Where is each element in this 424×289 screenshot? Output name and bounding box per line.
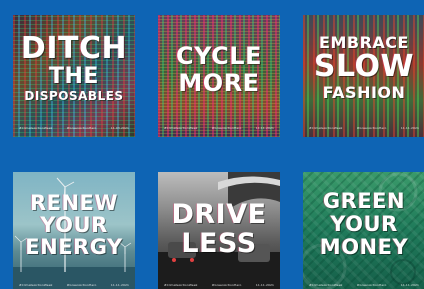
hashtag-green-action-hero: #GreenActionHero [66, 126, 97, 130]
slogan-line: MORE [178, 68, 260, 97]
slogan: DITCH THE DISPOSABLES [13, 31, 135, 104]
tile-footer: #ClimateActionWeek #GreenActionHero 11.1… [19, 283, 129, 287]
slogan-line: MONEY [319, 234, 409, 259]
tile-date: 11.11.2021 [110, 283, 129, 287]
tile-ditch-the-disposables[interactable]: DITCH THE DISPOSABLES #ClimateActionWeek… [13, 15, 135, 137]
tile-cycle-more[interactable]: CYCLE MORE #ClimateActionWeek #GreenActi… [158, 15, 280, 137]
slogan: GREEN YOUR MONEY [303, 189, 424, 259]
hashtag-climate-action-week: #ClimateActionWeek [164, 283, 198, 287]
tile-date: 11.11.2021 [400, 126, 419, 130]
tile-footer: #ClimateActionWeek #GreenActionHero 11.1… [164, 283, 274, 287]
tile-green-your-money[interactable]: GREEN YOUR MONEY #ClimateActionWeek #Gre… [303, 172, 424, 289]
tile-footer: #ClimateActionWeek #GreenActionHero 11.1… [309, 283, 419, 287]
tile-footer: #ClimateActionWeek #GreenActionHero 11.1… [309, 126, 419, 130]
tile-drive-less[interactable]: DRIVE LESS #ClimateActionWeek #GreenActi… [158, 172, 280, 289]
hashtag-climate-action-week: #ClimateActionWeek [309, 126, 343, 130]
slogan-line: CYCLE [176, 42, 262, 70]
tile-date: 11.11.2021 [255, 126, 274, 130]
slogan-line: LESS [181, 227, 257, 259]
slogan: EMBRACE SLOW FASHION [303, 33, 424, 102]
hashtag-climate-action-week: #ClimateActionWeek [19, 283, 53, 287]
hashtag-green-action-hero: #GreenActionHero [211, 126, 242, 130]
slogan: RENEW YOUR ENERGY [13, 191, 135, 259]
hashtag-green-action-hero: #GreenActionHero [211, 283, 242, 287]
slogan: CYCLE MORE [158, 42, 280, 97]
hashtag-climate-action-week: #ClimateActionWeek [19, 126, 53, 130]
slogan-line: DISPOSABLES [24, 89, 124, 104]
hashtag-green-action-hero: #GreenActionHero [66, 283, 97, 287]
slogan-line: FASHION [322, 82, 406, 102]
hashtag-green-action-hero: #GreenActionHero [356, 126, 387, 130]
hashtag-climate-action-week: #ClimateActionWeek [164, 126, 198, 130]
tile-date: 11.11.2021 [255, 283, 274, 287]
slogan-line: THE [49, 63, 99, 89]
slogan-line: EMBRACE [319, 33, 409, 52]
tile-renew-your-energy[interactable]: RENEW YOUR ENERGY #ClimateActionWeek #Gr… [13, 172, 135, 289]
tile-footer: #ClimateActionWeek #GreenActionHero 11.1… [164, 126, 274, 130]
tile-date: 11.11.2021 [400, 283, 419, 287]
tile-date: 11.03.2021 [110, 126, 129, 130]
slogan-line: DRIVE [171, 199, 267, 230]
tile-footer: #ClimateActionWeek #GreenActionHero 11.0… [19, 126, 129, 130]
hashtag-green-action-hero: #GreenActionHero [356, 283, 387, 287]
slogan-line: YOUR [40, 212, 108, 237]
hashtag-climate-action-week: #ClimateActionWeek [309, 283, 343, 287]
slogan-line: SLOW [313, 49, 415, 85]
slogan-line: DITCH [20, 31, 128, 66]
slogan-line: RENEW [29, 191, 119, 215]
slogan-line: YOUR [330, 211, 398, 236]
slogan-line: GREEN [322, 189, 406, 213]
slogan: DRIVE LESS [158, 199, 280, 259]
slogan-line: ENERGY [25, 234, 123, 259]
tile-embrace-slow-fashion[interactable]: EMBRACE SLOW FASHION #ClimateActionWeek … [303, 15, 424, 137]
